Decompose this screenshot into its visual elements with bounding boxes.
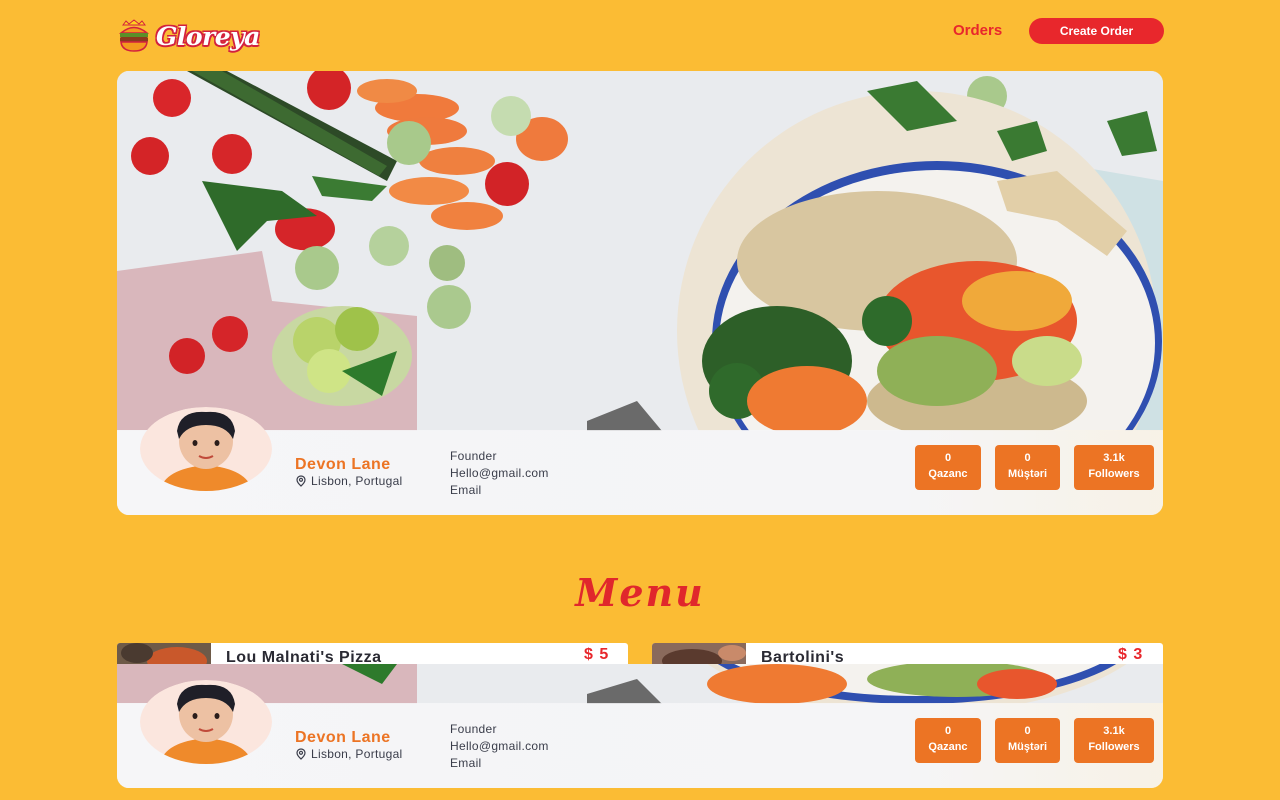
location-text: Lisbon, Portugal (311, 474, 403, 488)
stat-value: 0 (944, 725, 952, 737)
brand-name: Gloreya (156, 21, 260, 51)
create-order-button[interactable]: Create Order (1029, 18, 1164, 44)
avatar-image (140, 407, 272, 491)
profile-location: Lisbon, Portugal (295, 474, 403, 488)
location-text: Lisbon, Portugal (311, 747, 403, 761)
location-pin-icon (296, 475, 306, 487)
menu-item-price: $ 3 (1118, 646, 1144, 663)
food-banner-image (117, 664, 1163, 704)
stat-value: 0 (1024, 452, 1031, 464)
stat-value: 0 (1024, 725, 1031, 737)
menu-item-price: $ 5 (584, 646, 610, 663)
stat-qazanc[interactable]: 0 Qazanc (915, 718, 981, 763)
stat-musteri[interactable]: 0 Müştəri (995, 718, 1060, 763)
stat-qazanc[interactable]: 0 Qazanc (915, 445, 981, 490)
profile-email[interactable]: Hello@gmail.com (450, 465, 549, 482)
profile-location: Lisbon, Portugal (295, 747, 403, 761)
profile-email-label: Email (450, 483, 482, 497)
sticky-profile-bar: Devon Lane Lisbon, Portugal Founder Hell… (117, 680, 1163, 788)
stat-followers[interactable]: 3.1k Followers (1074, 718, 1154, 763)
profile-info: Founder Hello@gmail.com Email (450, 721, 549, 772)
stat-label: Müştəri (1007, 741, 1048, 753)
stat-label: Followers (1088, 741, 1140, 753)
avatar[interactable] (140, 407, 272, 491)
stat-label: Followers (1088, 468, 1140, 480)
stat-value: 3.1k (1103, 452, 1125, 464)
food-banner-image (117, 71, 1163, 431)
profile-info: Founder Hello@gmail.com Email (450, 448, 549, 499)
avatar-image (140, 680, 272, 764)
stat-musteri[interactable]: 0 Müştəri (995, 445, 1060, 490)
profile-bar: Devon Lane Lisbon, Portugal Founder Hell… (117, 407, 1163, 515)
stat-label: Qazanc (928, 741, 968, 753)
profile-role: Founder (450, 449, 497, 463)
stat-followers[interactable]: 3.1k Followers (1074, 445, 1154, 490)
stat-value: 0 (944, 452, 952, 464)
nav-orders-link[interactable]: Orders (953, 22, 1002, 39)
brand-logo[interactable]: Gloreya (116, 18, 260, 54)
stat-label: Qazanc (928, 468, 968, 480)
avatar[interactable] (140, 680, 272, 764)
burger-logo-icon (118, 19, 150, 52)
stat-value: 3.1k (1103, 725, 1125, 737)
menu-title: Menu (575, 570, 705, 615)
profile-role: Founder (450, 722, 497, 736)
location-pin-icon (296, 748, 306, 760)
profile-name: Devon Lane (295, 729, 391, 746)
profile-email-label: Email (450, 756, 482, 770)
top-header: Gloreya Orders Create Order (0, 0, 1280, 70)
stat-label: Müştəri (1007, 468, 1048, 480)
profile-name: Devon Lane (295, 456, 391, 473)
profile-email[interactable]: Hello@gmail.com (450, 738, 549, 755)
